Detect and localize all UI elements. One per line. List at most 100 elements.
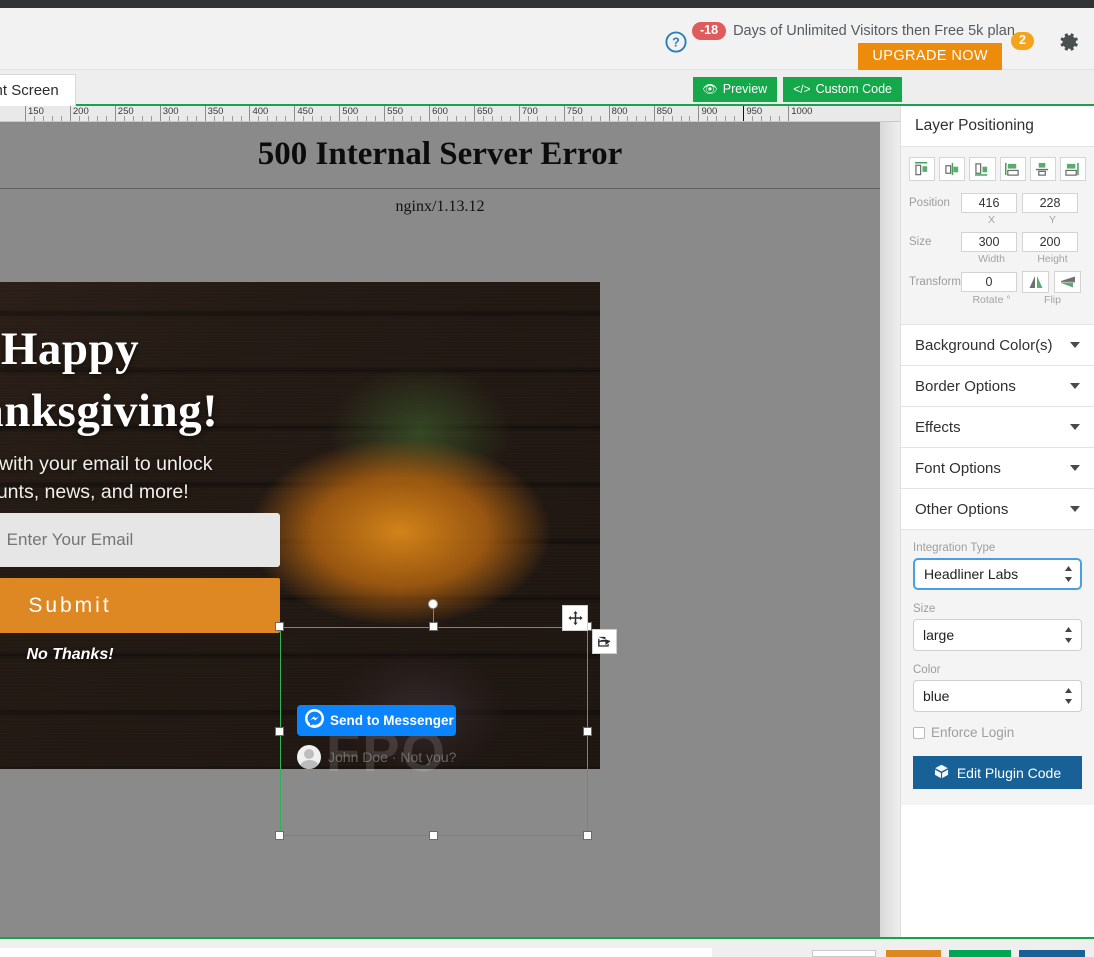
rotate-handle[interactable] bbox=[428, 599, 438, 609]
accordion-other-options[interactable]: Other Options bbox=[901, 489, 1094, 530]
preview-button[interactable]: 👁 Preview bbox=[693, 77, 778, 102]
ruler-minor-tick bbox=[681, 116, 682, 121]
custom-code-button[interactable]: </> Custom Code bbox=[783, 77, 902, 102]
position-x-input[interactable] bbox=[961, 193, 1017, 213]
position-label: Position bbox=[909, 197, 961, 209]
ruler-minor-tick bbox=[716, 116, 717, 121]
messenger-plugin-layer[interactable]: FPO Send to Messenger John Doe · Not you… bbox=[280, 627, 588, 836]
chevron-down-icon bbox=[1070, 383, 1080, 389]
accordion-effects[interactable]: Effects bbox=[901, 407, 1094, 448]
position-y-input[interactable] bbox=[1022, 193, 1078, 213]
canvas-edge-shadow bbox=[880, 122, 900, 937]
accordion-background-color-s[interactable]: Background Color(s) bbox=[901, 325, 1094, 366]
ruler-minor-tick bbox=[258, 116, 259, 121]
bottom-green-button[interactable] bbox=[949, 950, 1011, 957]
ruler-minor-tick bbox=[734, 116, 735, 121]
ruler-minor-tick bbox=[636, 116, 637, 121]
caption-width: Width bbox=[961, 253, 1022, 265]
canvas-toolbar: 👁 Preview </> Custom Code bbox=[693, 77, 903, 102]
rotate-input[interactable] bbox=[961, 272, 1017, 292]
messenger-user-text[interactable]: John Doe · Not you? bbox=[328, 749, 456, 765]
resize-handle-middle-right[interactable] bbox=[583, 727, 592, 736]
ruler-minor-tick bbox=[707, 116, 708, 121]
size-select[interactable]: large bbox=[913, 619, 1082, 651]
ruler-minor-tick bbox=[672, 116, 673, 121]
resize-handle-middle-left[interactable] bbox=[275, 727, 284, 736]
position-row: Position bbox=[909, 193, 1086, 213]
error-page-title: 500 Internal Server Error bbox=[0, 136, 880, 173]
duplicate-icon[interactable] bbox=[592, 629, 617, 654]
ruler-minor-tick bbox=[402, 116, 403, 121]
accordion-label: Background Color(s) bbox=[915, 337, 1053, 354]
ruler-minor-tick bbox=[546, 116, 547, 121]
align-middle-vertical-icon[interactable] bbox=[1030, 157, 1056, 181]
align-bottom-icon[interactable] bbox=[1060, 157, 1086, 181]
enforce-login-checkbox[interactable] bbox=[913, 727, 925, 739]
ruler-minor-tick bbox=[330, 116, 331, 121]
ruler-minor-tick bbox=[61, 116, 62, 121]
resize-handle-top-center[interactable] bbox=[429, 622, 438, 631]
popup-subtext-line1: Sign up with your email to unlock bbox=[0, 450, 360, 478]
ruler-minor-tick bbox=[43, 116, 44, 121]
resize-handle-bottom-center[interactable] bbox=[429, 831, 438, 840]
size-height-input[interactable] bbox=[1022, 232, 1078, 252]
messenger-icon bbox=[305, 709, 324, 733]
resize-handle-bottom-right[interactable] bbox=[583, 831, 592, 840]
ruler-minor-tick bbox=[618, 116, 619, 121]
align-top-icon[interactable] bbox=[1000, 157, 1026, 181]
chevron-down-icon bbox=[1070, 506, 1080, 512]
ruler-minor-tick bbox=[456, 116, 457, 121]
ruler-minor-tick bbox=[663, 116, 664, 121]
align-left-icon[interactable] bbox=[909, 157, 935, 181]
tab-engagement-screen[interactable]: gement Screen bbox=[0, 74, 76, 106]
resize-handle-bottom-left[interactable] bbox=[275, 831, 284, 840]
design-canvas[interactable]: 500 Internal Server Error nginx/1.13.12 … bbox=[0, 122, 880, 937]
svg-text:?: ? bbox=[672, 36, 680, 50]
upgrade-now-button[interactable]: UPGRADE NOW bbox=[858, 43, 1002, 70]
editor-root: ? -18 Days of Unlimited Visitors then Fr… bbox=[0, 0, 1094, 957]
align-center-horizontal-icon[interactable] bbox=[939, 157, 965, 181]
flip-horizontal-icon[interactable] bbox=[1022, 271, 1049, 293]
ruler-minor-tick bbox=[178, 116, 179, 121]
caption-flip: Flip bbox=[1022, 294, 1083, 306]
flip-vertical-icon[interactable] bbox=[1054, 271, 1081, 293]
accordion-label: Other Options bbox=[915, 501, 1008, 518]
send-to-messenger-button[interactable]: Send to Messenger bbox=[297, 705, 456, 736]
email-input[interactable] bbox=[0, 513, 280, 567]
size-width-input[interactable] bbox=[961, 232, 1017, 252]
ruler-minor-tick bbox=[725, 116, 726, 121]
align-right-icon[interactable] bbox=[969, 157, 995, 181]
ruler-minor-tick bbox=[214, 116, 215, 121]
color-select[interactable]: blue bbox=[913, 680, 1082, 712]
ruler-minor-tick bbox=[348, 116, 349, 121]
accordion-border-options[interactable]: Border Options bbox=[901, 366, 1094, 407]
ruler-minor-tick bbox=[312, 116, 313, 121]
trial-days-badge: -18 bbox=[692, 22, 726, 40]
bottom-orange-button[interactable] bbox=[886, 950, 941, 957]
integration-type-select[interactable]: Headliner Labs bbox=[913, 558, 1082, 590]
horizontal-ruler[interactable]: 1502002503003504004505005506006507007508… bbox=[0, 106, 900, 122]
ruler-minor-tick bbox=[241, 116, 242, 121]
bottom-blue-button[interactable] bbox=[1019, 950, 1085, 957]
ruler-minor-tick bbox=[492, 116, 493, 121]
edit-plugin-code-button[interactable]: Edit Plugin Code bbox=[913, 756, 1082, 789]
resize-handle-top-left[interactable] bbox=[275, 622, 284, 631]
size-select-label: Size bbox=[913, 603, 1082, 615]
ruler-minor-tick bbox=[79, 116, 80, 121]
transform-captions: Rotate ° Flip bbox=[909, 294, 1086, 306]
ruler-label: 1000 bbox=[788, 106, 812, 117]
ruler-minor-tick bbox=[689, 116, 690, 121]
ruler-minor-tick bbox=[375, 116, 376, 121]
move-icon[interactable] bbox=[562, 605, 588, 631]
gear-icon[interactable] bbox=[1057, 30, 1081, 54]
ruler-minor-tick bbox=[133, 116, 134, 121]
enforce-login-row[interactable]: Enforce Login bbox=[913, 725, 1082, 740]
ruler-minor-tick bbox=[88, 116, 89, 121]
bottom-white-button[interactable] bbox=[812, 950, 876, 957]
accordion-font-options[interactable]: Font Options bbox=[901, 448, 1094, 489]
ruler-minor-tick bbox=[555, 116, 556, 121]
question-circle-icon[interactable]: ? bbox=[665, 31, 687, 53]
popup-submit-button[interactable]: Submit bbox=[0, 578, 280, 633]
chevron-updown-icon bbox=[1064, 565, 1073, 588]
notification-count-badge[interactable]: 2 bbox=[1011, 32, 1034, 50]
